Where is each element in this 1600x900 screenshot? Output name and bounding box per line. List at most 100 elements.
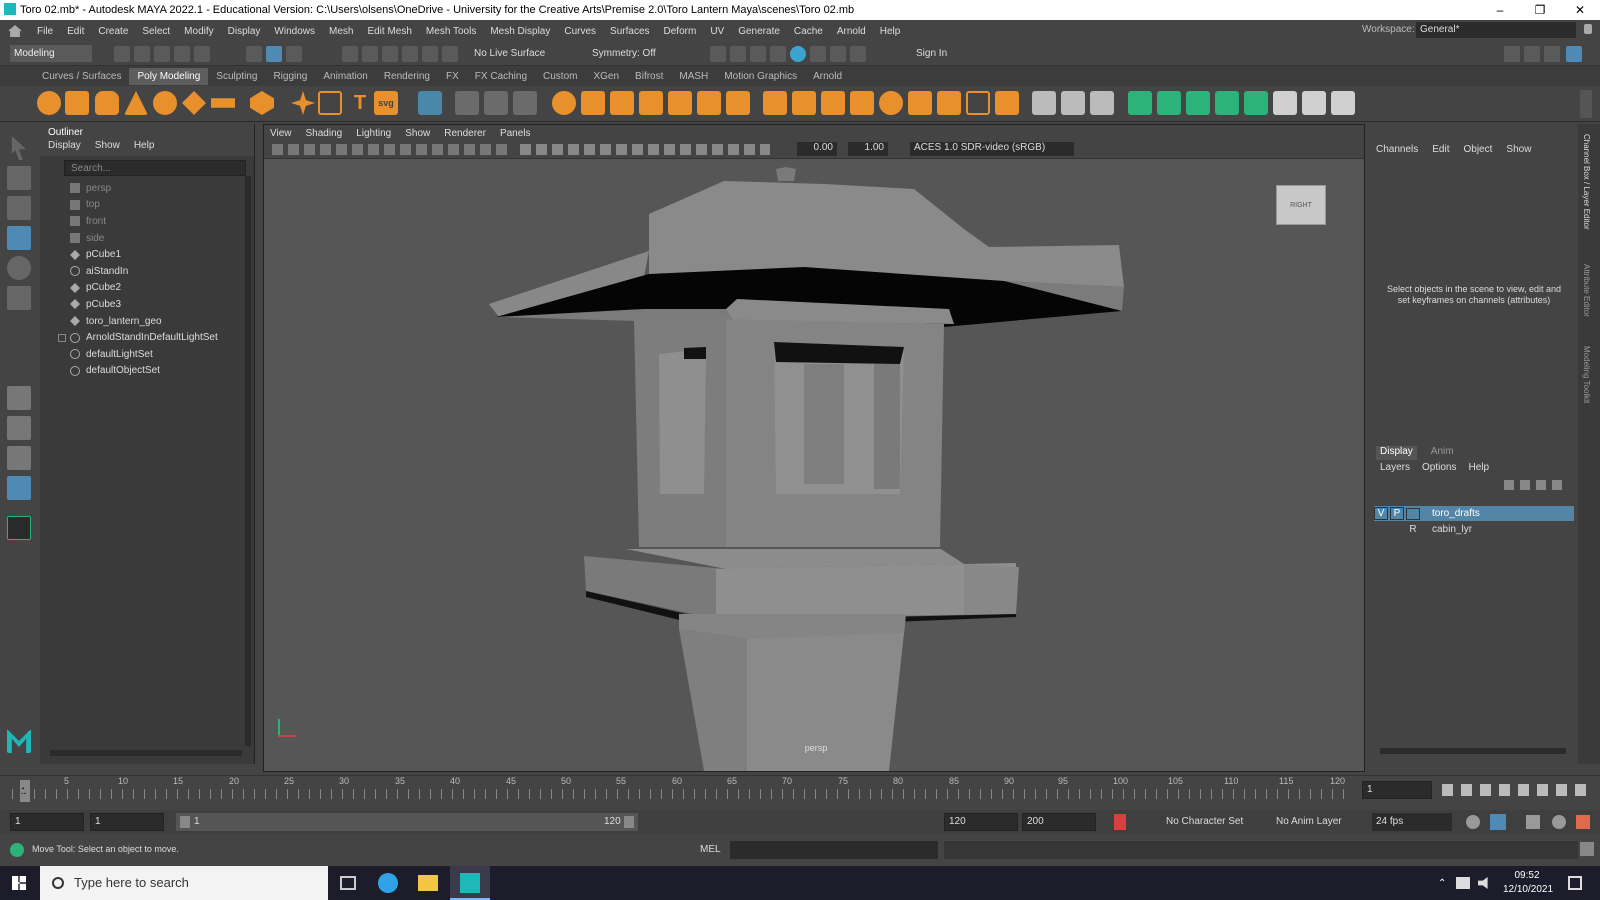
menu-curves[interactable]: Curves: [557, 26, 603, 37]
render-settings-icon[interactable]: [770, 46, 786, 62]
scene-end-field[interactable]: 200: [1022, 813, 1096, 831]
poly-cylinder-icon[interactable]: [95, 91, 119, 115]
render-frame-icon[interactable]: [710, 46, 726, 62]
fps-dropdown[interactable]: 24 fps: [1372, 813, 1452, 831]
layer-menu-options[interactable]: Options: [1422, 462, 1456, 476]
exposure-field[interactable]: 0.00: [797, 142, 837, 156]
layer-row[interactable]: V P toro_drafts: [1374, 506, 1574, 521]
tab-arnold[interactable]: Arnold: [805, 68, 850, 85]
scene-start-field[interactable]: 1: [10, 813, 84, 831]
circularize-icon[interactable]: [879, 91, 903, 115]
list-item[interactable]: aiStandIn: [40, 263, 254, 280]
outliner-menu-display[interactable]: Display: [48, 140, 81, 156]
uv-editor-icon[interactable]: [1061, 91, 1085, 115]
list-item[interactable]: front: [40, 213, 254, 230]
layer-scrollbar[interactable]: [1380, 748, 1566, 754]
undo-icon[interactable]: [174, 46, 190, 62]
range-start-handle[interactable]: [180, 816, 190, 828]
menu-mesh-display[interactable]: Mesh Display: [483, 26, 557, 37]
layer-row[interactable]: R cabin_lyr: [1374, 522, 1574, 537]
tab-custom[interactable]: Custom: [535, 68, 585, 85]
side-tab-channel-box[interactable]: Channel Box / Layer Editor: [1582, 134, 1591, 230]
spherical-map-icon[interactable]: [1186, 91, 1210, 115]
anim-prefs-icon[interactable]: [1552, 815, 1566, 829]
tab-xgen[interactable]: XGen: [585, 68, 627, 85]
render-sequence-icon[interactable]: [730, 46, 746, 62]
list-item[interactable]: ArnoldStandInDefaultLightSet: [40, 329, 254, 346]
mode-dropdown[interactable]: Modeling: [10, 45, 92, 62]
playback-start-field[interactable]: 1: [90, 813, 164, 831]
playback-end-field[interactable]: 120: [944, 813, 1018, 831]
menu-uv[interactable]: UV: [703, 26, 731, 37]
select-object-icon[interactable]: [266, 46, 282, 62]
menu-edit-mesh[interactable]: Edit Mesh: [360, 26, 418, 37]
time-slider[interactable]: 1 5 10 15 20 25 30 35 40 45 50 55 60 65 …: [0, 775, 1600, 805]
tab-display-layers[interactable]: Display: [1376, 446, 1417, 460]
vp-menu-renderer[interactable]: Renderer: [444, 128, 486, 139]
snap-grid-icon[interactable]: [342, 46, 358, 62]
task-view-icon[interactable]: [340, 876, 356, 890]
fill-hole-icon[interactable]: [697, 91, 721, 115]
volume-icon[interactable]: [1478, 877, 1488, 889]
outliner-scrollbar[interactable]: [245, 176, 251, 746]
menu-file[interactable]: File: [30, 26, 60, 37]
tab-sculpting[interactable]: Sculpting: [208, 68, 265, 85]
offset-edge-loop-icon[interactable]: [821, 91, 845, 115]
save-scene-icon[interactable]: [154, 46, 170, 62]
layer-reference-toggle[interactable]: R: [1406, 524, 1420, 535]
new-scene-icon[interactable]: [114, 46, 130, 62]
poly-torus-icon[interactable]: [153, 91, 177, 115]
live-surface-field[interactable]: No Live Surface: [472, 47, 558, 62]
menu-windows[interactable]: Windows: [267, 26, 322, 37]
snap-point-icon[interactable]: [382, 46, 398, 62]
poly-disc-icon[interactable]: [211, 98, 235, 108]
vp-menu-shading[interactable]: Shading: [306, 128, 343, 139]
channel-box-icon[interactable]: [1566, 46, 1582, 62]
poly-sphere-icon[interactable]: [37, 91, 61, 115]
lock-icon[interactable]: [1584, 24, 1592, 34]
shelf-scroll[interactable]: [1580, 90, 1592, 118]
planar-map-icon[interactable]: [1128, 91, 1152, 115]
super-shape-icon[interactable]: [291, 91, 315, 115]
modeling-toolkit-icon[interactable]: [1504, 46, 1520, 62]
list-item[interactable]: persp: [40, 180, 254, 197]
menu-mesh[interactable]: Mesh: [322, 26, 360, 37]
checker-icon[interactable]: [1273, 91, 1297, 115]
vp-menu-panels[interactable]: Panels: [500, 128, 531, 139]
symmetry-dropdown[interactable]: Symmetry: Off: [590, 47, 672, 62]
notifications-icon[interactable]: [1568, 876, 1582, 890]
separate-icon[interactable]: [484, 91, 508, 115]
sweep-mesh-icon[interactable]: [318, 91, 342, 115]
playback-controls-icon[interactable]: [1442, 784, 1592, 796]
vp-menu-show[interactable]: Show: [405, 128, 430, 139]
arnold-render-icon[interactable]: [830, 46, 846, 62]
redo-icon[interactable]: [194, 46, 210, 62]
poly-platonic-icon[interactable]: [250, 91, 274, 115]
unfold-icon[interactable]: [1302, 91, 1326, 115]
cb-menu-show[interactable]: Show: [1506, 144, 1531, 158]
outliner-h-scrollbar[interactable]: [50, 750, 242, 756]
viewcube[interactable]: RIGHT: [1276, 185, 1326, 225]
svg-tool-icon[interactable]: svg: [374, 91, 398, 115]
tab-bifrost[interactable]: Bifrost: [627, 68, 671, 85]
tool-settings-icon[interactable]: [1544, 46, 1560, 62]
pause-icon[interactable]: [850, 46, 866, 62]
detach-icon[interactable]: [966, 91, 990, 115]
select-tool-icon[interactable]: [11, 136, 27, 160]
list-item[interactable]: top: [40, 197, 254, 214]
clock-time[interactable]: 09:52: [1506, 870, 1548, 881]
loop-icon[interactable]: [1466, 815, 1480, 829]
lasso-tool-icon[interactable]: [7, 166, 31, 190]
poly-plane-icon[interactable]: [182, 91, 206, 115]
tab-fx[interactable]: FX: [438, 68, 467, 85]
layer-playback-toggle[interactable]: P: [1390, 507, 1404, 520]
contour-stretch-icon[interactable]: [1244, 91, 1268, 115]
menu-cache[interactable]: Cache: [787, 26, 830, 37]
cut-uv-icon[interactable]: [1331, 91, 1355, 115]
single-view-icon[interactable]: [7, 386, 31, 410]
side-tab-modeling-toolkit[interactable]: Modeling Toolkit: [1582, 346, 1591, 403]
vp-menu-lighting[interactable]: Lighting: [356, 128, 391, 139]
type-tool-icon[interactable]: T: [348, 91, 372, 115]
ipr-render-icon[interactable]: [750, 46, 766, 62]
character-set-dropdown[interactable]: No Character Set: [1166, 816, 1243, 827]
